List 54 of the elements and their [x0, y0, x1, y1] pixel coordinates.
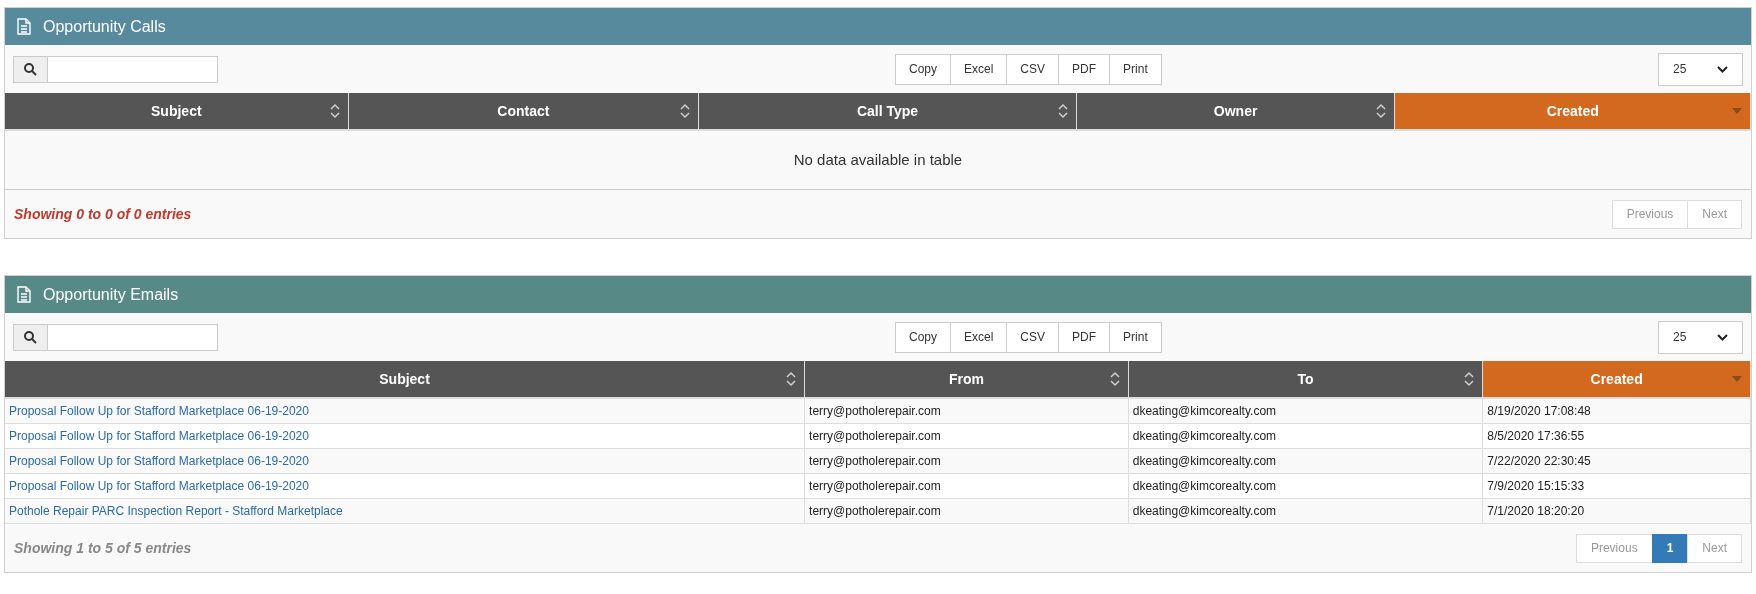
- table-cell-text: terry@potholerepair.com: [809, 503, 941, 520]
- page-size-select[interactable]: 25: [1658, 320, 1743, 354]
- column-header[interactable]: Created: [1483, 361, 1751, 397]
- column-header[interactable]: From: [805, 361, 1129, 397]
- subject-link[interactable]: Pothole Repair PARC Inspection Report - Stafford Marketplace: [9, 502, 343, 520]
- search-icon: [24, 330, 37, 344]
- table-cell-text: terry@potholerepair.com: [809, 453, 941, 470]
- table-cell-text: terry@potholerepair.com: [809, 478, 941, 495]
- entries-info: Showing 1 to 5 of 5 entries: [14, 538, 192, 558]
- export-button[interactable]: Copy: [895, 321, 951, 353]
- chevron-down-icon: [1717, 333, 1728, 341]
- column-header[interactable]: Contact: [348, 93, 700, 129]
- column-header[interactable]: Call Type: [699, 93, 1077, 129]
- export-button[interactable]: CSV: [1006, 321, 1060, 353]
- chevron-down-icon: [1717, 65, 1728, 73]
- export-button[interactable]: PDF: [1058, 53, 1111, 85]
- table-cell-text: 7/1/2020 18:20:20: [1487, 503, 1585, 520]
- table-cell-text: terry@potholerepair.com: [809, 403, 941, 420]
- column-header[interactable]: To: [1128, 361, 1484, 397]
- document-icon: [17, 18, 31, 35]
- subject-link[interactable]: Proposal Follow Up for Stafford Marketplace 06-19-2020: [9, 402, 309, 420]
- export-button[interactable]: Print: [1109, 53, 1162, 85]
- table-cell-text: dkeating@kimcorealty.com: [1132, 453, 1277, 470]
- table-cell-text: dkeating@kimcorealty.com: [1132, 428, 1277, 445]
- table-cell-text: 7/9/2020 15:15:33: [1487, 478, 1585, 495]
- subject-link[interactable]: Proposal Follow Up for Stafford Marketplace 06-19-2020: [9, 477, 309, 495]
- panel-title: Opportunity Calls: [43, 16, 166, 37]
- panel-title: Opportunity Emails: [43, 284, 179, 305]
- empty-table-message: No data available in table: [793, 149, 963, 170]
- table-cell-text: dkeating@kimcorealty.com: [1132, 503, 1277, 520]
- column-header[interactable]: Subject: [5, 361, 806, 397]
- table-cell-text: 8/19/2020 17:08:48: [1487, 403, 1591, 420]
- document-icon: [17, 286, 31, 303]
- search-field[interactable]: [13, 323, 218, 351]
- subject-link[interactable]: Proposal Follow Up for Stafford Marketplace 06-19-2020: [9, 452, 309, 470]
- search-field[interactable]: [13, 55, 218, 83]
- export-button[interactable]: Copy: [895, 53, 951, 85]
- export-button[interactable]: Excel: [950, 321, 1008, 353]
- column-header[interactable]: Created: [1395, 93, 1751, 129]
- search-icon: [24, 62, 37, 76]
- table-cell-text: terry@potholerepair.com: [809, 428, 941, 445]
- table-cell-text: 8/5/2020 17:36:55: [1487, 428, 1585, 445]
- column-header[interactable]: Subject: [5, 93, 349, 129]
- export-button[interactable]: PDF: [1058, 321, 1111, 353]
- table-cell-text: dkeating@kimcorealty.com: [1132, 403, 1277, 420]
- table-cell-text: 7/22/2020 22:30:45: [1487, 453, 1591, 470]
- export-button[interactable]: Excel: [950, 53, 1008, 85]
- entries-info: Showing 0 to 0 of 0 entries: [14, 204, 192, 224]
- page-size-select[interactable]: 25: [1658, 52, 1743, 86]
- export-button[interactable]: Print: [1109, 321, 1162, 353]
- table-cell-text: dkeating@kimcorealty.com: [1132, 478, 1277, 495]
- export-button[interactable]: CSV: [1006, 53, 1060, 85]
- subject-link[interactable]: Proposal Follow Up for Stafford Marketplace 06-19-2020: [9, 427, 309, 445]
- column-header[interactable]: Owner: [1076, 93, 1396, 129]
